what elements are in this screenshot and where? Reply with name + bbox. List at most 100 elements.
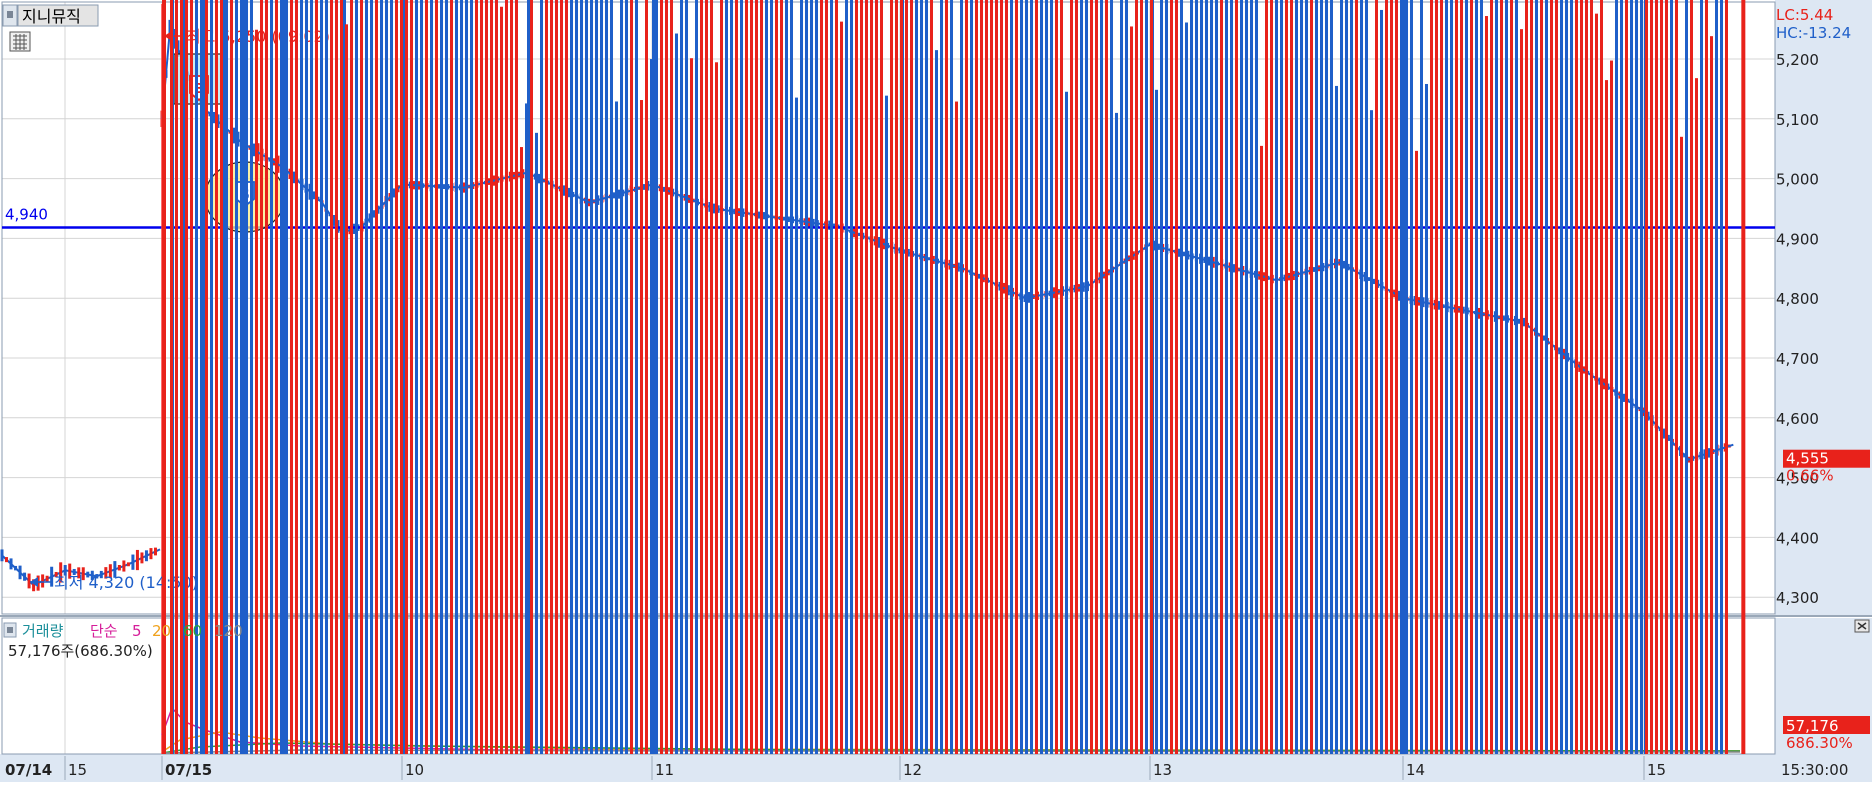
volume-bar [330, 0, 333, 754]
volume-bar [595, 0, 598, 754]
volume-bar [1475, 0, 1478, 754]
volume-bar [1080, 0, 1083, 754]
volume-bar [715, 62, 718, 754]
volume-bar [355, 0, 358, 754]
time-tick-label: 15:30:00 [1781, 761, 1848, 779]
volume-bar [1170, 0, 1173, 754]
volume-bar [775, 0, 778, 754]
volume-bar [525, 103, 528, 754]
volume-bar [1165, 0, 1168, 754]
volume-bar [230, 0, 233, 754]
volume-bar [520, 147, 523, 755]
volume-bar [700, 0, 703, 754]
candle [117, 565, 121, 571]
volume-bar [1075, 0, 1078, 755]
price-tick-label: 4,800 [1776, 290, 1819, 308]
volume-bar [255, 29, 258, 754]
volume-bar [1575, 0, 1578, 754]
volume-bar [1265, 0, 1268, 754]
volume-bar [550, 0, 553, 755]
volume-bar [995, 0, 998, 755]
volume-bar [285, 0, 288, 754]
volume-bar [810, 0, 813, 754]
volume-bar [1030, 0, 1033, 754]
volume-bar [1330, 0, 1333, 755]
volume-bar [465, 0, 468, 755]
volume-bar [510, 0, 513, 754]
volume-bar [1600, 0, 1603, 754]
volume-bar [250, 0, 253, 754]
candle [45, 575, 49, 582]
volume-bar [1360, 0, 1363, 754]
price-tick-label: 4,900 [1776, 230, 1819, 248]
volume-bar [505, 0, 508, 754]
volume-bar [1135, 0, 1138, 754]
volume-bar [1150, 0, 1153, 755]
volume-bar [1625, 0, 1628, 754]
volume-bar [965, 0, 968, 754]
volume-bar [1405, 0, 1408, 755]
volume-bar [1490, 0, 1493, 755]
volume-current: 57,176주(686.30%) [8, 642, 153, 660]
volume-bar [1685, 0, 1688, 755]
volume-bar [1715, 0, 1718, 754]
volume-bar [1675, 0, 1678, 754]
price-tick-label: 4,700 [1776, 350, 1819, 368]
candle [41, 574, 45, 588]
volume-bar [1200, 0, 1203, 754]
volume-bar [385, 0, 388, 754]
volume-bar [320, 0, 323, 754]
volume-bar [1320, 0, 1323, 754]
volume-bar [800, 0, 803, 754]
volume-bar [1415, 150, 1418, 754]
volume-bar [540, 0, 543, 754]
volume-bar [1355, 0, 1358, 754]
title-box[interactable]: 지니뮤직 [2, 4, 99, 27]
volume-bar [1295, 0, 1298, 754]
volume-bar [620, 0, 623, 754]
volume-bar [485, 0, 488, 754]
volume-bar [360, 0, 363, 754]
volume-bar [325, 0, 328, 754]
volume-bar [1315, 0, 1318, 754]
volume-bar [1190, 0, 1193, 755]
volume-title: 거래량 [22, 622, 64, 640]
volume-bar [1010, 0, 1013, 754]
volume-bar [1325, 0, 1328, 754]
volume-bar [1440, 0, 1443, 754]
volume-bar [1235, 0, 1238, 754]
close-icon[interactable] [1854, 619, 1870, 633]
volume-bar [875, 0, 878, 754]
volume-bar [1090, 0, 1093, 754]
volume-bar [1505, 0, 1508, 754]
volume-bar [1720, 0, 1723, 754]
candle [153, 547, 157, 556]
volume-bar [1555, 0, 1558, 754]
volume-bar [1180, 0, 1183, 754]
volume-bar [1445, 0, 1448, 754]
volume-bar [1530, 0, 1533, 755]
volume-bar [300, 0, 303, 754]
candle [50, 566, 54, 587]
volume-bar [305, 0, 308, 754]
volume-bar [290, 0, 293, 754]
volume-bar [1000, 0, 1003, 755]
volume-bar [1500, 0, 1503, 754]
volume-bar [1175, 0, 1178, 754]
volume-bar [1510, 0, 1513, 754]
candle [140, 552, 144, 564]
grid-toggle-icon[interactable] [9, 31, 31, 52]
volume-bar [515, 0, 518, 754]
volume-bar [235, 0, 238, 754]
volume-bar [245, 0, 248, 754]
volume-bar [1015, 0, 1018, 754]
volume-bar [1365, 0, 1368, 754]
last-price: 4,555 [1786, 450, 1829, 468]
stock-chart[interactable]: 4,940 최고 5,250 (09:02) 최저 4,320 (14:50) … [0, 0, 1872, 782]
volume-bar [450, 0, 453, 754]
volume-bar [845, 0, 848, 754]
volume-bar [960, 0, 963, 754]
volume-bar [1230, 0, 1233, 754]
time-tick-label: 11 [655, 761, 674, 779]
volume-bar [1345, 0, 1348, 754]
